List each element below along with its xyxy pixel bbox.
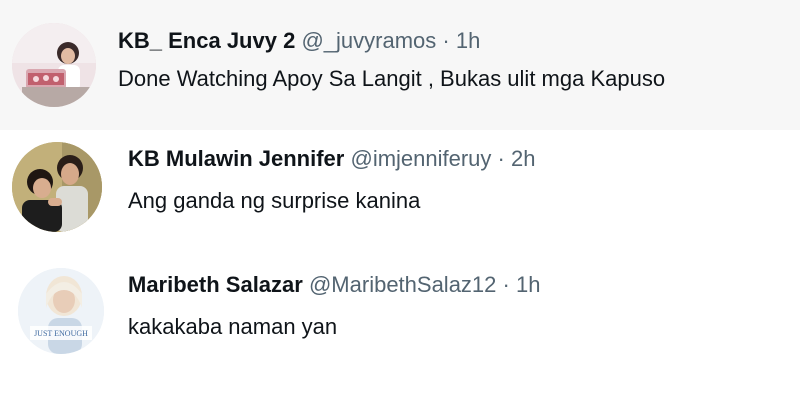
timestamp[interactable]: 1h	[456, 28, 480, 53]
tweet[interactable]: KB Mulawin Jennifer @imjenniferuy · 2h A…	[0, 130, 800, 248]
profile-photo-avatar: JUST ENOUGH	[18, 268, 104, 354]
tweet-header: Maribeth Salazar @MaribethSalaz12 · 1h	[128, 272, 540, 298]
user-avatar[interactable]	[12, 142, 102, 232]
display-name[interactable]: KB Mulawin Jennifer	[128, 146, 344, 171]
tweet[interactable]: JUST ENOUGH Maribeth Salazar @MaribethSa…	[0, 248, 800, 405]
profile-photo-avatar	[12, 142, 102, 232]
profile-photo-avatar	[12, 23, 96, 107]
separator-dot: ·	[502, 272, 510, 297]
tweet-text: Done Watching Apoy Sa Langit , Bukas uli…	[118, 66, 666, 91]
tweet-header: KB Mulawin Jennifer @imjenniferuy · 2h	[128, 146, 535, 172]
tweet-header: KB_ Enca Juvy 2 @_juvyramos · 1h	[118, 28, 480, 54]
tweet-text: kakakaba naman yan	[128, 314, 338, 339]
user-handle[interactable]: @MaribethSalaz12	[309, 272, 496, 297]
reply-feed: KB_ Enca Juvy 2 @_juvyramos · 1h Done Wa…	[0, 0, 800, 405]
tweet[interactable]: KB_ Enca Juvy 2 @_juvyramos · 1h Done Wa…	[0, 0, 800, 130]
timestamp[interactable]: 1h	[516, 272, 540, 297]
separator-dot: ·	[442, 28, 450, 53]
display-name[interactable]: KB_ Enca Juvy 2	[118, 28, 295, 53]
user-handle[interactable]: @imjenniferuy	[350, 146, 491, 171]
user-avatar[interactable]	[12, 23, 96, 107]
avatar-caption: JUST ENOUGH	[34, 329, 88, 338]
timestamp[interactable]: 2h	[511, 146, 535, 171]
user-handle[interactable]: @_juvyramos	[301, 28, 436, 53]
user-avatar[interactable]: JUST ENOUGH	[18, 268, 104, 354]
display-name[interactable]: Maribeth Salazar	[128, 272, 303, 297]
tweet-text: Ang ganda ng surprise kanina	[128, 188, 421, 213]
separator-dot: ·	[497, 146, 505, 171]
